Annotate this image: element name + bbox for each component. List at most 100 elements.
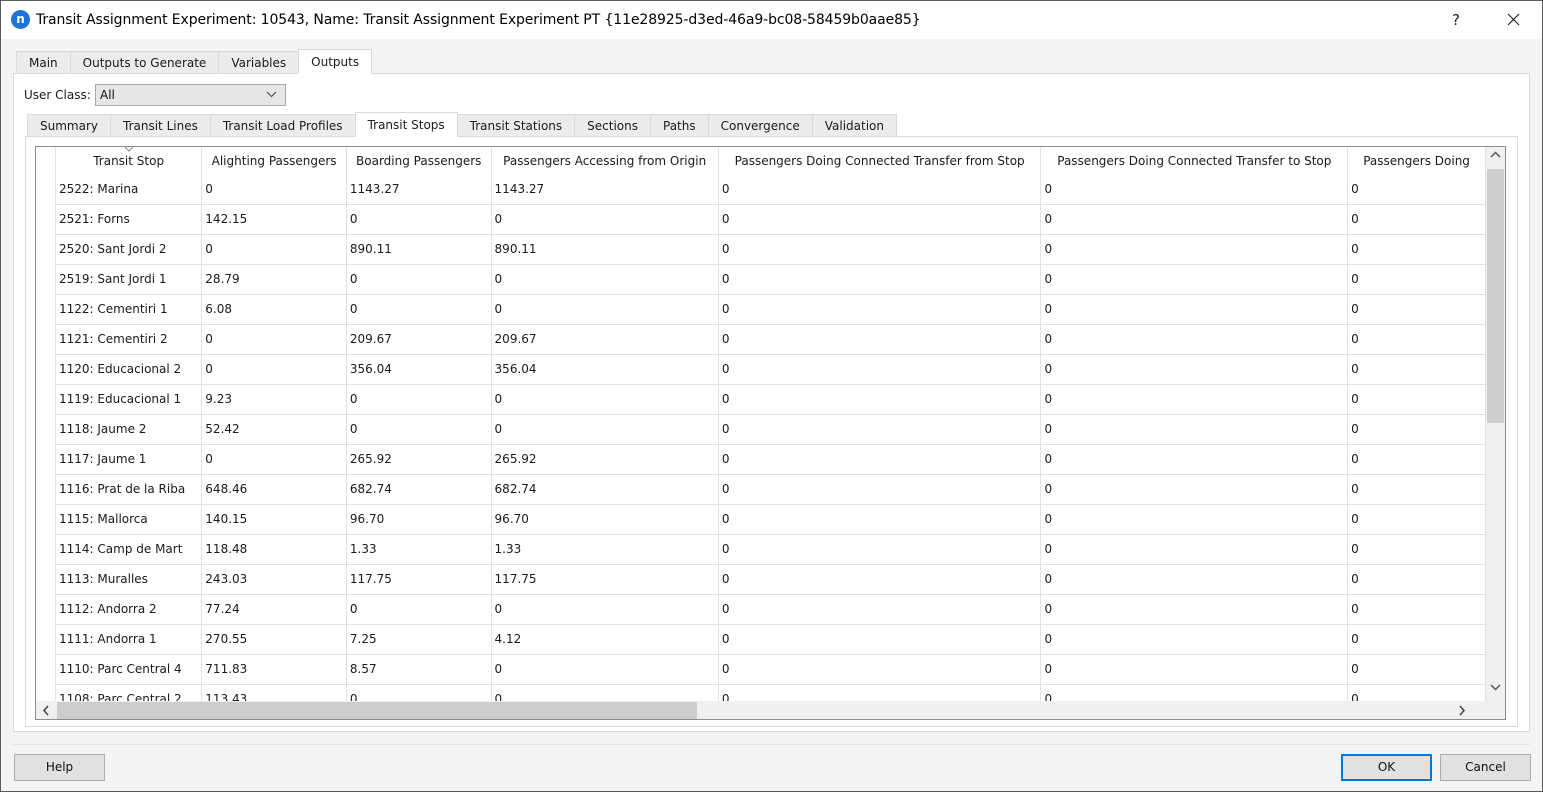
table-cell[interactable]: 0: [1040, 384, 1349, 415]
scroll-right-button[interactable]: [1452, 701, 1472, 719]
table-cell[interactable]: 0: [201, 234, 347, 265]
table-row[interactable]: 1114: Camp de Mart 118.48 1.33 1.33 0 0 0: [56, 534, 1486, 565]
table-cell[interactable]: 77.24: [201, 594, 347, 625]
table-cell[interactable]: 6.08: [201, 294, 347, 325]
table-cell[interactable]: 1143.27: [346, 174, 492, 205]
tab-outputs-to-generate[interactable]: Outputs to Generate: [69, 51, 219, 74]
table-cell[interactable]: 0: [1040, 504, 1349, 535]
table-cell[interactable]: 0: [718, 234, 1042, 265]
table-cell[interactable]: 0: [718, 564, 1042, 595]
table-cell[interactable]: 96.70: [346, 504, 492, 535]
transit-stop-cell[interactable]: 1113: Muralles: [56, 564, 203, 595]
table-row[interactable]: 2521: Forns 142.15 0 0 0 0 0: [56, 204, 1486, 235]
subtab-transit-stops[interactable]: Transit Stops: [354, 112, 458, 137]
table-cell[interactable]: 270.55: [201, 624, 347, 655]
scroll-down-button[interactable]: [1486, 681, 1505, 701]
table-cell[interactable]: 0: [1347, 444, 1486, 475]
table-row[interactable]: 2520: Sant Jordi 2 0 890.11 890.11 0 0 0: [56, 234, 1486, 265]
table-cell[interactable]: 0: [346, 294, 492, 325]
table-cell[interactable]: 890.11: [491, 234, 719, 265]
column-header[interactable]: Passengers Doing Connected Transfer to S…: [1040, 147, 1349, 174]
table-row[interactable]: 1120: Educacional 2 0 356.04 356.04 0 0 0: [56, 354, 1486, 385]
table-cell[interactable]: 0: [1347, 174, 1486, 205]
table-cell[interactable]: 0: [1040, 174, 1349, 205]
table-cell[interactable]: 1143.27: [491, 174, 719, 205]
table-cell[interactable]: 7.25: [346, 624, 492, 655]
table-cell[interactable]: 0: [1040, 624, 1349, 655]
table-cell[interactable]: 648.46: [201, 474, 347, 505]
table-cell[interactable]: 209.67: [491, 324, 719, 355]
table-cell[interactable]: 356.04: [346, 354, 492, 385]
table-cell[interactable]: 8.57: [346, 654, 492, 685]
table-cell[interactable]: 265.92: [346, 444, 492, 475]
scroll-up-button[interactable]: [1486, 149, 1505, 169]
table-cell[interactable]: 28.79: [201, 264, 347, 295]
table-cell[interactable]: 0: [1347, 264, 1486, 295]
subtab-summary[interactable]: Summary: [27, 114, 110, 137]
table-cell[interactable]: 0: [1347, 534, 1486, 565]
subtab-paths[interactable]: Paths: [650, 114, 708, 137]
table-cell[interactable]: 0: [1040, 684, 1349, 701]
table-cell[interactable]: 0: [1040, 264, 1349, 295]
table-cell[interactable]: 0: [1347, 324, 1486, 355]
vertical-scrollbar[interactable]: [1486, 147, 1505, 701]
table-row[interactable]: 1116: Prat de la Riba 648.46 682.74 682.74 0…: [56, 474, 1486, 505]
table-cell[interactable]: 117.75: [491, 564, 719, 595]
table-row[interactable]: 1110: Parc Central 4 711.83 8.57 0 0 0 0: [56, 654, 1486, 685]
subtab-transit-stations[interactable]: Transit Stations: [457, 114, 575, 137]
table-cell[interactable]: 0: [491, 684, 719, 701]
tab-main[interactable]: Main: [16, 51, 70, 74]
table-cell[interactable]: 0: [491, 294, 719, 325]
tab-outputs[interactable]: Outputs: [298, 49, 373, 74]
horizontal-scroll-thumb[interactable]: [57, 702, 697, 719]
table-cell[interactable]: 0: [346, 204, 492, 235]
table-cell[interactable]: 0: [491, 204, 719, 235]
table-cell[interactable]: 0: [1347, 414, 1486, 445]
table-cell[interactable]: 0: [1347, 564, 1486, 595]
table-cell[interactable]: 0: [1040, 414, 1349, 445]
table-cell[interactable]: 0: [346, 384, 492, 415]
transit-stop-cell[interactable]: 1108: Parc Central 2: [56, 684, 203, 701]
table-cell[interactable]: 0: [1040, 234, 1349, 265]
table-cell[interactable]: 0: [1347, 654, 1486, 685]
help-icon[interactable]: ?: [1441, 7, 1471, 33]
transit-stop-cell[interactable]: 1120: Educacional 2: [56, 354, 203, 385]
transit-stop-cell[interactable]: 1122: Cementiri 1: [56, 294, 203, 325]
table-cell[interactable]: 0: [1347, 504, 1486, 535]
table-row[interactable]: 1122: Cementiri 1 6.08 0 0 0 0 0: [56, 294, 1486, 325]
subtab-transit-load-profiles[interactable]: Transit Load Profiles: [209, 114, 355, 137]
table-cell[interactable]: 0: [346, 594, 492, 625]
table-cell[interactable]: 0: [718, 594, 1042, 625]
transit-stop-cell[interactable]: 1112: Andorra 2: [56, 594, 203, 625]
table-cell[interactable]: 0: [491, 264, 719, 295]
table-cell[interactable]: 113.43: [201, 684, 347, 701]
table-cell[interactable]: 0: [1040, 294, 1349, 325]
table-cell[interactable]: 0: [201, 444, 347, 475]
table-cell[interactable]: 0: [491, 594, 719, 625]
table-cell[interactable]: 0: [1040, 324, 1349, 355]
table-cell[interactable]: 0: [346, 264, 492, 295]
table-cell[interactable]: 0: [1040, 594, 1349, 625]
table-row[interactable]: 1113: Muralles 243.03 117.75 117.75 0 0 0: [56, 564, 1486, 595]
transit-stop-cell[interactable]: 2519: Sant Jordi 1: [56, 264, 203, 295]
table-row[interactable]: 2519: Sant Jordi 1 28.79 0 0 0 0 0: [56, 264, 1486, 295]
table-row[interactable]: 1108: Parc Central 2 113.43 0 0 0 0 0: [56, 684, 1486, 701]
table-cell[interactable]: 1.33: [491, 534, 719, 565]
close-button[interactable]: [1497, 7, 1529, 33]
table-cell[interactable]: 0: [718, 504, 1042, 535]
table-cell[interactable]: 0: [1040, 534, 1349, 565]
column-header[interactable]: Passengers Accessing from Origin: [491, 147, 719, 174]
table-cell[interactable]: 96.70: [491, 504, 719, 535]
table-cell[interactable]: 0: [1040, 204, 1349, 235]
table-cell[interactable]: 0: [718, 624, 1042, 655]
table-cell[interactable]: 0: [1347, 384, 1486, 415]
table-cell[interactable]: 0: [1347, 294, 1486, 325]
table-cell[interactable]: 0: [491, 414, 719, 445]
table-cell[interactable]: 52.42: [201, 414, 347, 445]
table-cell[interactable]: 265.92: [491, 444, 719, 475]
table-row[interactable]: 1115: Mallorca 140.15 96.70 96.70 0 0 0: [56, 504, 1486, 535]
table-cell[interactable]: 0: [718, 684, 1042, 701]
scroll-left-button[interactable]: [36, 701, 56, 719]
transit-stop-cell[interactable]: 2522: Marina: [56, 174, 203, 205]
column-header[interactable]: Passengers Doing: [1347, 147, 1486, 174]
